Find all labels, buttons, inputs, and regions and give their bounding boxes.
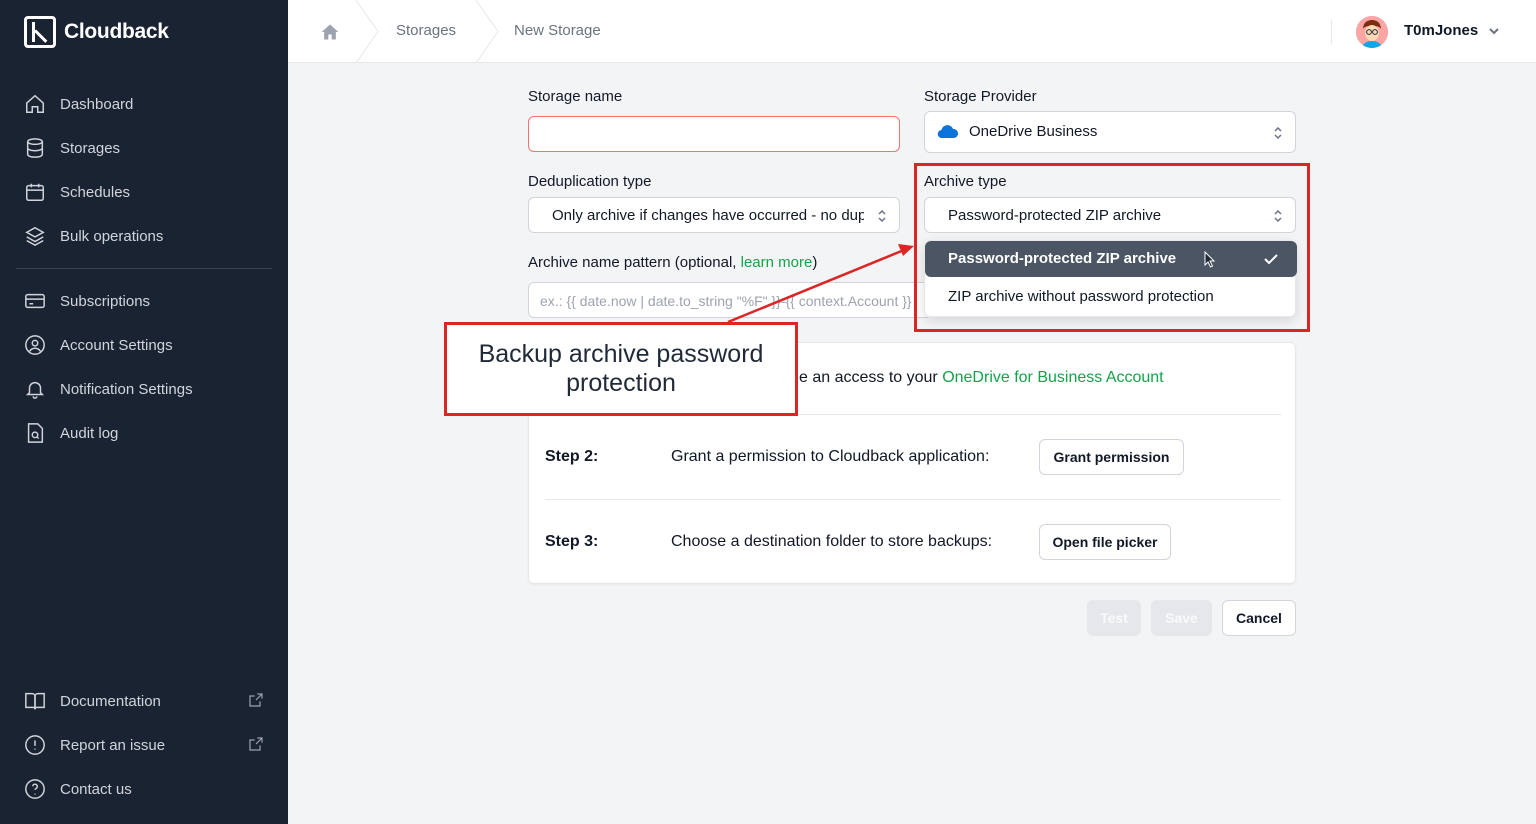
alert-circle-icon: [25, 735, 45, 755]
storage-name-label: Storage name: [528, 88, 623, 105]
sidebar-item-subscriptions[interactable]: Subscriptions: [24, 289, 150, 313]
home-icon: [26, 94, 44, 113]
sidebar-item-label: Schedules: [60, 183, 131, 201]
onedrive-account-link[interactable]: OneDrive for Business Account: [942, 369, 1163, 386]
breadcrumb-separator-icon: [475, 0, 500, 64]
sidebar-item-label: Notification Settings: [60, 380, 193, 398]
database-icon: [26, 138, 44, 158]
step1-text: e an access to your OneDrive for Busines…: [799, 369, 1164, 386]
open-file-picker-button[interactable]: Open file picker: [1039, 524, 1171, 560]
avatar[interactable]: [1356, 16, 1388, 48]
user-name[interactable]: T0mJones: [1404, 22, 1478, 39]
archive-pattern-label: Archive name pattern (optional, learn mo…: [528, 254, 818, 271]
dedup-type-label: Deduplication type: [528, 173, 652, 190]
bell-icon: [25, 381, 45, 399]
app-logo[interactable]: Cloudback: [24, 16, 169, 48]
breadcrumb-separator-icon: [355, 0, 380, 64]
external-link-icon: [248, 692, 264, 708]
step2-label: Step 2:: [545, 448, 599, 465]
breadcrumb-new-storage: New Storage: [514, 22, 601, 39]
sidebar-item-audit-log[interactable]: Audit log: [24, 421, 118, 445]
sidebar-item-label: Storages: [60, 139, 121, 157]
cancel-button[interactable]: Cancel: [1222, 600, 1296, 636]
sidebar-item-label: Contact us: [60, 780, 132, 798]
sidebar-item-report-issue[interactable]: Report an issue: [24, 733, 165, 757]
sidebar-item-label: Subscriptions: [60, 292, 151, 310]
sidebar-item-dashboard[interactable]: Dashboard: [24, 92, 133, 116]
select-arrows-icon: [877, 208, 887, 224]
storage-provider-label: Storage Provider: [924, 88, 1037, 105]
annotation-callout: Backup archive password protection: [444, 322, 798, 416]
sidebar-item-storages[interactable]: Storages: [24, 136, 120, 160]
sidebar: Cloudback Dashboard Storages Schedules B…: [0, 0, 288, 824]
header-divider: [1331, 20, 1332, 44]
help-circle-icon: [25, 779, 45, 799]
book-icon: [25, 692, 45, 710]
external-link-icon: [248, 736, 264, 752]
sidebar-item-documentation[interactable]: Documentation: [24, 689, 161, 713]
storage-provider-select[interactable]: OneDrive Business: [924, 111, 1296, 153]
step2-text: Grant a permission to Cloudback applicat…: [671, 448, 990, 465]
annotation-highlight-box: [914, 163, 1310, 332]
sidebar-item-notification-settings[interactable]: Notification Settings: [24, 377, 193, 401]
breadcrumb-storages[interactable]: Storages: [396, 22, 456, 39]
sidebar-item-label: Documentation: [60, 692, 161, 710]
calendar-icon: [26, 183, 44, 201]
save-button[interactable]: Save: [1151, 600, 1212, 636]
onedrive-cloud-icon: [937, 125, 959, 139]
sidebar-item-label: Report an issue: [60, 736, 166, 754]
learn-more-link[interactable]: learn more: [741, 254, 813, 271]
sidebar-item-label: Dashboard: [60, 95, 134, 113]
home-icon[interactable]: [320, 22, 340, 42]
sidebar-item-label: Account Settings: [60, 336, 173, 354]
credit-card-icon: [25, 293, 45, 309]
sidebar-item-label: Audit log: [60, 424, 119, 442]
file-search-icon: [27, 423, 44, 443]
grant-permission-button[interactable]: Grant permission: [1039, 439, 1184, 475]
step3-label: Step 3:: [545, 533, 599, 550]
sidebar-item-contact-us[interactable]: Contact us: [24, 777, 132, 801]
sidebar-item-schedules[interactable]: Schedules: [24, 180, 130, 204]
sidebar-divider: [16, 268, 272, 269]
test-button[interactable]: Test: [1087, 600, 1141, 636]
cloudback-logo-icon: [24, 16, 56, 48]
top-header: Storages New Storage T0mJones: [288, 0, 1536, 64]
app-name: Cloudback: [64, 20, 169, 43]
dedup-type-select[interactable]: Only archive if changes have occurred - …: [528, 197, 900, 233]
sidebar-item-account-settings[interactable]: Account Settings: [24, 333, 173, 357]
select-arrows-icon: [1273, 125, 1283, 141]
step3-text: Choose a destination folder to store bac…: [671, 533, 993, 550]
sidebar-item-label: Bulk operations: [60, 227, 164, 245]
sidebar-item-bulk-operations[interactable]: Bulk operations: [24, 224, 163, 248]
chevron-down-icon[interactable]: [1487, 24, 1501, 38]
card-divider: [545, 499, 1281, 500]
layers-icon: [25, 226, 45, 247]
storage-name-input[interactable]: [528, 116, 900, 152]
archive-pattern-input[interactable]: ex.: {{ date.now | date.to_string "%F" }…: [528, 282, 928, 318]
user-circle-icon: [25, 335, 45, 355]
